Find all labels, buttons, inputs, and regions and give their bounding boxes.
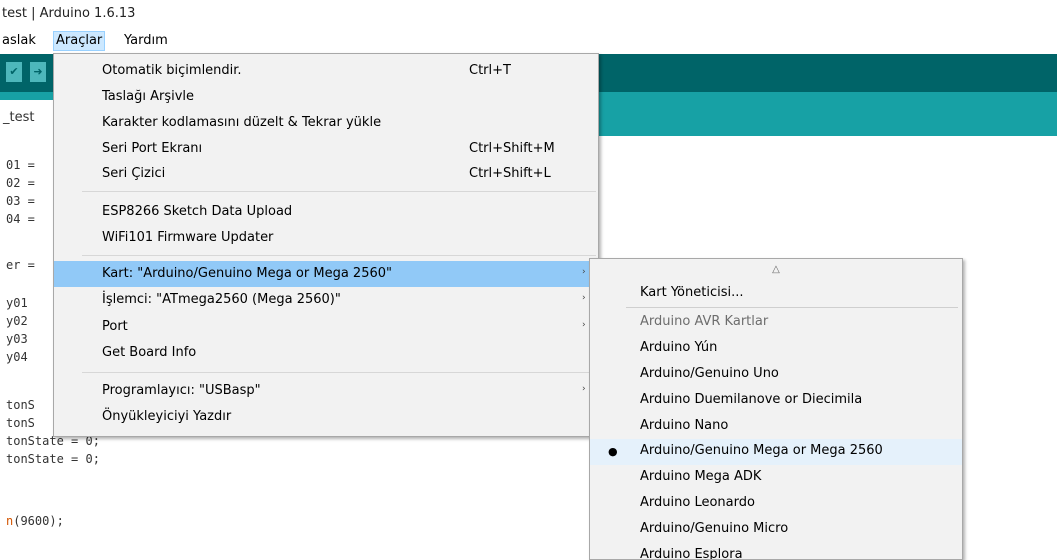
submenu-arrow-icon: ›	[582, 384, 586, 394]
code-line: n(9600);	[6, 514, 64, 528]
code-line: tonS	[6, 416, 35, 430]
code-line: 04 =	[6, 212, 35, 226]
menu-item-label: Otomatik biçimlendir.	[102, 63, 242, 78]
menu-item-auto-format[interactable]: Otomatik biçimlendir. Ctrl+T	[54, 58, 598, 84]
title-bar: test | Arduino 1.6.13	[0, 0, 1057, 28]
code-line: er =	[6, 258, 35, 272]
board-item-micro[interactable]: Arduino/Genuino Micro	[590, 517, 962, 543]
menu-item-fix-encoding[interactable]: Karakter kodlamasını düzelt & Tekrar yük…	[54, 110, 598, 136]
menu-item-board[interactable]: Kart: "Arduino/Genuino Mega or Mega 2560…	[54, 261, 598, 287]
board-item-mega[interactable]: ● Arduino/Genuino Mega or Mega 2560	[590, 439, 962, 465]
menu-item-esp8266-upload[interactable]: ESP8266 Sketch Data Upload	[54, 199, 598, 225]
code-line: y01	[6, 296, 28, 310]
scroll-up-icon[interactable]: △	[590, 259, 962, 279]
menu-item-shortcut: Ctrl+T	[469, 63, 511, 78]
selected-radio-icon: ●	[608, 445, 618, 458]
board-item-leonardo[interactable]: Arduino Leonardo	[590, 491, 962, 517]
menu-item-label: WiFi101 Firmware Updater	[102, 230, 274, 245]
menu-item-processor[interactable]: İşlemci: "ATmega2560 (Mega 2560)" ›	[54, 287, 598, 313]
menu-araclar[interactable]: Araçlar	[53, 31, 106, 51]
upload-button[interactable]: ➜	[30, 62, 46, 82]
menu-item-label: İşlemci: "ATmega2560 (Mega 2560)"	[102, 292, 341, 307]
board-manager-item[interactable]: Kart Yöneticisi...	[590, 281, 962, 307]
submenu-arrow-icon: ›	[582, 267, 586, 277]
section-header-label: Arduino AVR Kartlar	[640, 314, 769, 329]
board-manager-label: Kart Yöneticisi...	[640, 285, 744, 300]
board-label: Arduino Mega ADK	[640, 469, 762, 484]
code-line: tonS	[6, 398, 35, 412]
menu-item-label: Port	[102, 319, 128, 334]
menu-separator	[82, 191, 596, 192]
verify-button[interactable]: ✔	[6, 62, 22, 82]
board-label: Arduino/Genuino Uno	[640, 366, 779, 381]
menu-yardim[interactable]: Yardım	[122, 32, 170, 50]
board-label: Arduino/Genuino Mega or Mega 2560	[640, 443, 883, 458]
board-label: Arduino Yún	[640, 340, 718, 355]
menu-item-get-board-info[interactable]: Get Board Info	[54, 340, 598, 366]
board-item-duemilanove[interactable]: Arduino Duemilanove or Diecimila	[590, 388, 962, 414]
submenu-arrow-icon: ›	[582, 320, 586, 330]
tab-sketch[interactable]: _test	[0, 100, 54, 136]
menu-bar: aslak Araçlar Yardım	[0, 30, 1057, 52]
menu-item-label: ESP8266 Sketch Data Upload	[102, 204, 293, 219]
code-line: 01 =	[6, 158, 35, 172]
menu-item-label: Taslağı Arşivle	[102, 89, 195, 104]
menu-taslak[interactable]: aslak	[0, 32, 38, 50]
menu-item-label: Önyükleyiciyi Yazdır	[102, 409, 232, 424]
code-line: y02	[6, 314, 28, 328]
board-item-esplora[interactable]: Arduino Esplora	[590, 543, 962, 560]
menu-item-port[interactable]: Port ›	[54, 314, 598, 340]
menu-item-label: Seri Port Ekranı	[102, 141, 203, 156]
menu-item-archive-sketch[interactable]: Taslağı Arşivle	[54, 84, 598, 110]
menu-item-serial-plotter[interactable]: Seri Çizici Ctrl+Shift+L	[54, 161, 598, 187]
board-label: Arduino/Genuino Micro	[640, 521, 789, 536]
menu-item-programmer[interactable]: Programlayıcı: "USBasp" ›	[54, 378, 598, 404]
menu-item-label: Programlayıcı: "USBasp"	[102, 383, 261, 398]
board-item-yun[interactable]: Arduino Yún	[590, 336, 962, 362]
board-label: Arduino Leonardo	[640, 495, 755, 510]
tab-label: _test	[3, 110, 35, 125]
board-item-mega-adk[interactable]: Arduino Mega ADK	[590, 465, 962, 491]
code-line: y03	[6, 332, 28, 346]
board-label: Arduino Duemilanove or Diecimila	[640, 392, 863, 407]
menu-item-shortcut: Ctrl+Shift+L	[469, 166, 551, 181]
menu-item-label: Karakter kodlamasını düzelt & Tekrar yük…	[102, 115, 382, 130]
submenu-separator	[626, 307, 958, 308]
board-label: Arduino Nano	[640, 418, 729, 433]
menu-separator	[82, 255, 596, 256]
board-section-header: Arduino AVR Kartlar	[590, 310, 962, 336]
menu-item-label: Kart: "Arduino/Genuino Mega or Mega 2560…	[102, 266, 392, 281]
board-label: Arduino Esplora	[640, 547, 743, 560]
code-line: 03 =	[6, 194, 35, 208]
araclar-menu: Otomatik biçimlendir. Ctrl+T Taslağı Arş…	[53, 53, 599, 437]
window-title: test | Arduino 1.6.13	[2, 6, 136, 21]
board-submenu: △ Kart Yöneticisi... Arduino AVR Kartlar…	[589, 258, 963, 560]
code-line: 02 =	[6, 176, 35, 190]
menu-item-wifi101-updater[interactable]: WiFi101 Firmware Updater	[54, 225, 598, 251]
board-item-uno[interactable]: Arduino/Genuino Uno	[590, 362, 962, 388]
submenu-arrow-icon: ›	[582, 293, 586, 303]
code-line: y04	[6, 350, 28, 364]
board-item-nano[interactable]: Arduino Nano	[590, 414, 962, 440]
code-line: tonState = 0;	[6, 452, 100, 466]
menu-item-label: Get Board Info	[102, 345, 197, 360]
menu-item-label: Seri Çizici	[102, 166, 166, 181]
menu-item-serial-monitor[interactable]: Seri Port Ekranı Ctrl+Shift+M	[54, 136, 598, 162]
menu-item-shortcut: Ctrl+Shift+M	[469, 141, 555, 156]
menu-item-burn-bootloader[interactable]: Önyükleyiciyi Yazdır	[54, 404, 598, 430]
code-fn-args: (9600);	[13, 514, 64, 528]
menu-separator	[82, 372, 596, 373]
